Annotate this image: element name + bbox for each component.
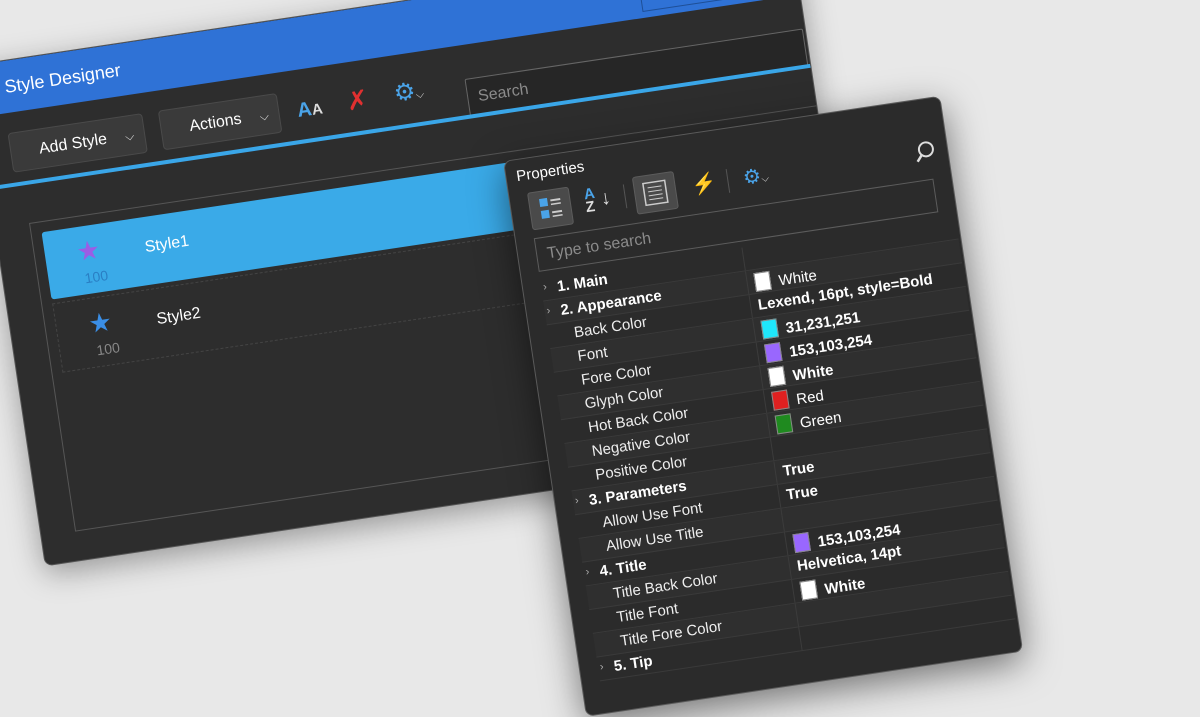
categorized-button[interactable] xyxy=(526,186,575,231)
property-value[interactable]: True xyxy=(782,458,816,479)
property-value[interactable]: True xyxy=(785,482,819,503)
categorized-icon xyxy=(539,197,563,219)
style-label: Style2 xyxy=(155,304,202,329)
color-swatch xyxy=(774,413,794,435)
property-name: 1. Main xyxy=(555,270,609,296)
lightning-icon: ⚡ xyxy=(690,171,719,198)
column-divider xyxy=(784,532,789,556)
delete-icon[interactable]: ✗ xyxy=(344,84,370,117)
add-style-label: Add Style xyxy=(37,130,109,158)
column-divider xyxy=(741,247,746,271)
column-divider xyxy=(787,556,792,580)
add-style-button[interactable]: Add Style ⌵ xyxy=(7,113,148,173)
color-swatch xyxy=(771,389,790,411)
column-divider xyxy=(748,295,753,318)
chevron-right-icon[interactable]: › xyxy=(585,566,590,578)
property-name: Font xyxy=(576,343,609,366)
star-icon: ★ xyxy=(74,233,103,268)
properties-window: Properties AZ ↓ ⚡ ⚙⌵ Type to search › 1.… xyxy=(503,95,1024,717)
gear-icon[interactable]: ⚙⌵ xyxy=(392,75,427,113)
actions-label: Actions xyxy=(188,110,243,136)
gear-icon: ⚙⌵ xyxy=(741,165,770,190)
chevron-right-icon[interactable]: › xyxy=(542,281,547,293)
options-button[interactable]: ⚙⌵ xyxy=(735,156,780,198)
list-icon xyxy=(642,179,669,207)
property-name: 5. Tip xyxy=(612,652,654,676)
property-grid: › 1. Main › 2. Appearance White Back Color Lex… xyxy=(539,215,1016,682)
column-divider xyxy=(762,389,768,413)
column-divider xyxy=(759,366,764,390)
column-divider xyxy=(794,603,800,627)
font-style-icon[interactable]: AA xyxy=(295,93,325,128)
color-swatch xyxy=(767,365,787,387)
chevron-right-icon[interactable]: › xyxy=(599,661,604,673)
chevron-right-icon[interactable]: › xyxy=(574,495,579,507)
toolbar-separator xyxy=(725,169,731,193)
search-placeholder: Search xyxy=(477,80,530,106)
column-divider xyxy=(780,508,785,532)
property-pages-button[interactable] xyxy=(631,170,679,215)
star-icon: ★ xyxy=(86,306,114,340)
column-divider xyxy=(752,318,757,342)
color-swatch xyxy=(760,318,780,340)
color-swatch xyxy=(763,342,783,364)
property-name: 4. Title xyxy=(598,556,648,581)
toolbar-separator xyxy=(622,184,628,209)
column-divider xyxy=(773,461,778,485)
chevron-down-icon: ⌵ xyxy=(258,108,270,124)
style-number: 100 xyxy=(95,339,121,359)
column-divider xyxy=(798,627,803,651)
events-button[interactable]: ⚡ xyxy=(677,164,722,206)
column-divider xyxy=(776,484,782,508)
properties-title: Properties xyxy=(515,158,586,186)
title-search-box[interactable] xyxy=(636,0,764,13)
search-icon[interactable] xyxy=(912,138,939,165)
property-value-text: True xyxy=(781,458,816,480)
window-title: Style Designer xyxy=(3,59,122,98)
actions-button[interactable]: Actions ⌵ xyxy=(157,93,283,151)
style-number: 100 xyxy=(83,267,110,287)
column-divider xyxy=(755,342,761,366)
color-swatch xyxy=(799,579,819,601)
alphabetical-button[interactable]: AZ ↓ xyxy=(574,180,619,222)
chevron-down-icon: ⌵ xyxy=(124,128,136,144)
color-swatch xyxy=(792,531,811,554)
chevron-right-icon[interactable]: › xyxy=(546,305,551,317)
property-search-placeholder: Type to search xyxy=(545,230,653,263)
column-divider xyxy=(769,437,775,461)
column-divider xyxy=(791,579,796,603)
arrow-down-icon: ↓ xyxy=(599,186,613,210)
style-label: Style1 xyxy=(143,232,191,257)
property-value-text: True xyxy=(785,482,820,504)
column-divider xyxy=(744,271,750,295)
color-swatch xyxy=(753,270,772,293)
column-divider xyxy=(766,413,771,437)
sort-az-icon: AZ xyxy=(582,184,597,217)
